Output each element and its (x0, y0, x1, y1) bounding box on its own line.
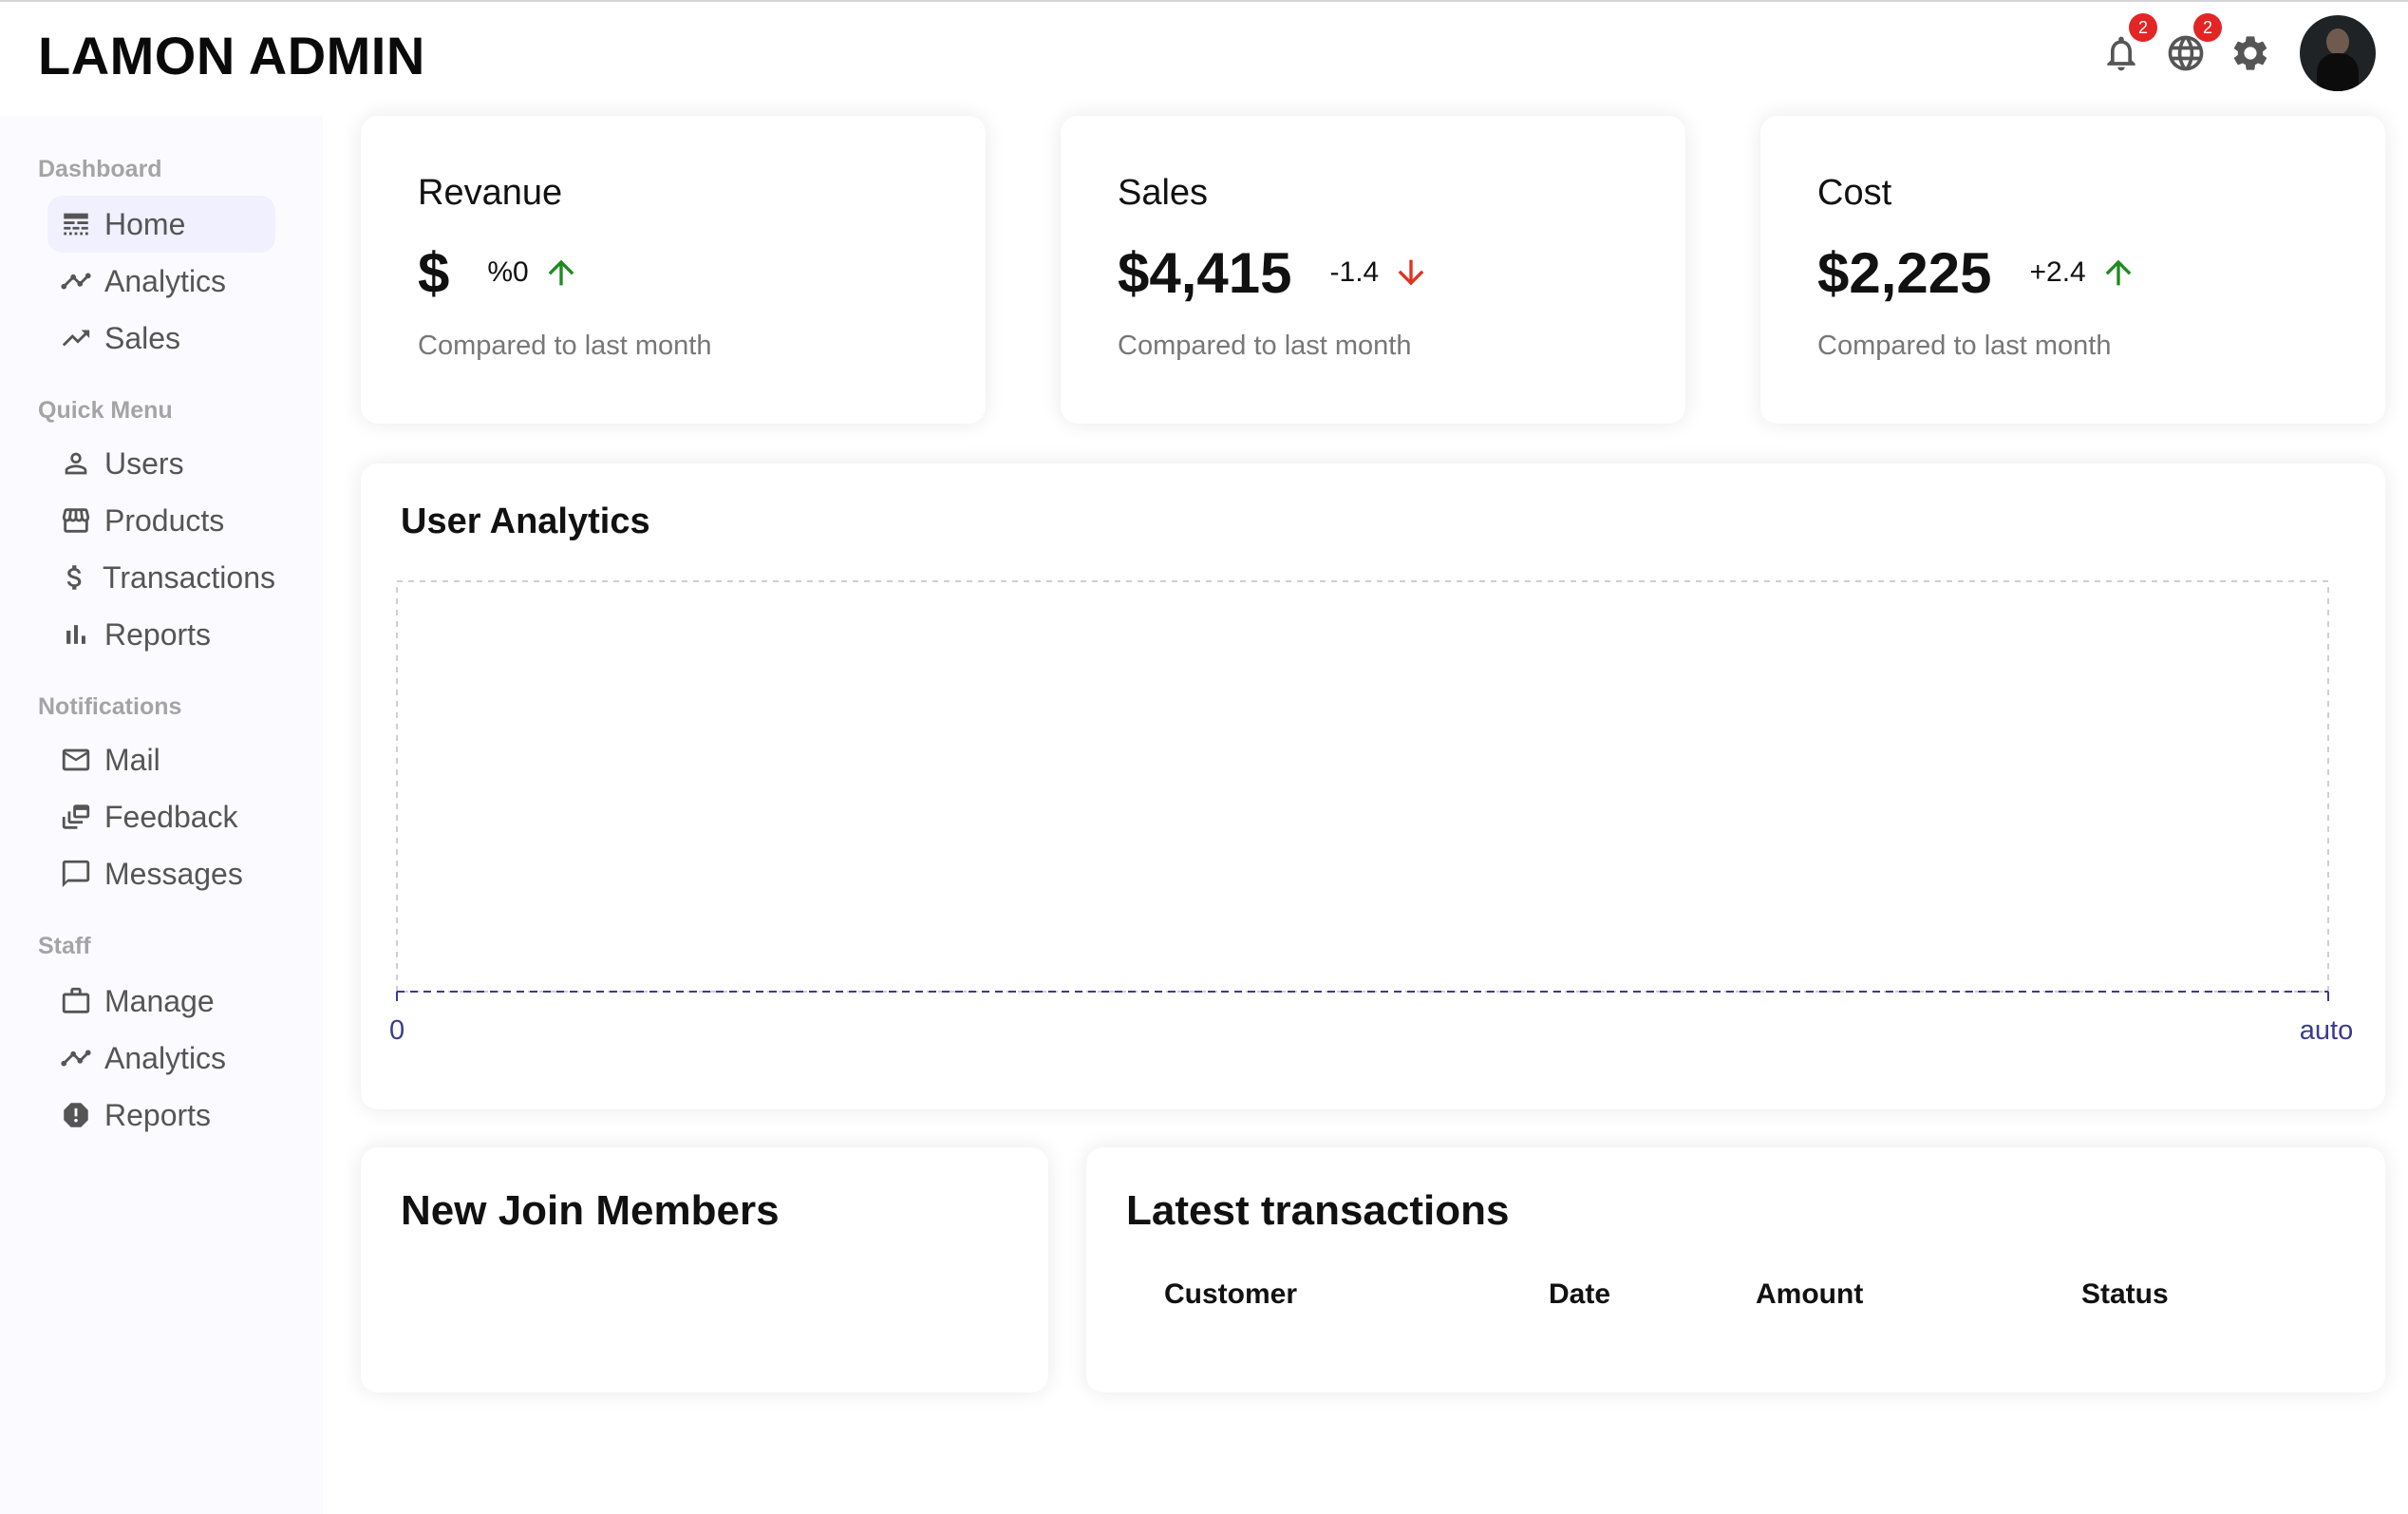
table-header-amount: Amount (1756, 1278, 1864, 1310)
table-header-date: Date (1549, 1278, 1611, 1310)
language-badge: 2 (2193, 13, 2222, 42)
bar-chart-icon (59, 617, 93, 652)
mail-icon (59, 743, 93, 777)
chart-grid-frame (396, 580, 2329, 993)
featured-rate: +2.4 (2029, 256, 2086, 288)
featured-money: $ (418, 240, 450, 305)
featured-rate: %0 (487, 256, 529, 288)
sidebar-item-label: Sales (104, 320, 181, 355)
arrow-down-icon (1392, 254, 1430, 292)
table-header-customer: Customer (1164, 1278, 1298, 1310)
sidebar-item-staff-analytics[interactable]: Analytics (47, 1030, 275, 1087)
chat-bubble-icon (59, 857, 93, 891)
chart-x-tick-label: 0 (389, 1015, 404, 1046)
notifications-button[interactable]: 2 (2098, 13, 2157, 76)
sidebar-item-label: Mail (104, 742, 160, 777)
dynamic-feed-icon (59, 800, 93, 834)
widget-small-title: New Join Members (401, 1187, 780, 1234)
sidebar-item-mail[interactable]: Mail (47, 731, 275, 788)
user-avatar[interactable] (2300, 15, 2376, 91)
featured-card-revenue: Revanue $ %0 Compared to last month (361, 116, 986, 424)
settings-button[interactable] (2228, 30, 2273, 76)
sidebar-item-transactions[interactable]: Transactions (47, 549, 275, 606)
topbar: LAMON ADMIN 2 2 (0, 2, 2408, 116)
timeline-icon (59, 264, 93, 298)
sidebar-item-feedback[interactable]: Feedback (47, 788, 275, 845)
user-analytics-card: User Analytics 0 auto (361, 464, 2385, 1109)
sidebar-item-messages[interactable]: Messages (47, 845, 275, 902)
sidebar-item-label: Analytics (104, 263, 227, 298)
table-header-status: Status (2081, 1278, 2169, 1310)
arrow-up-icon (2099, 254, 2137, 292)
user-analytics-chart: 0 auto (389, 580, 2353, 1046)
featured-money-row: $ %0 (418, 239, 580, 306)
section-title-dashboard: Dashboard (38, 156, 162, 182)
featured-title: Revanue (418, 173, 563, 213)
sidebar-item-label: Reports (104, 1097, 212, 1132)
featured-money-row: $4,415 -1.4 (1118, 239, 1430, 306)
sidebar-item-staff-reports[interactable]: Reports (47, 1087, 275, 1144)
sidebar-item-label: Products (104, 502, 225, 538)
chart-x-tick-label: auto (2300, 1015, 2353, 1046)
gear-icon (2233, 36, 2267, 70)
line-style-icon (59, 207, 93, 241)
featured-subtitle: Compared to last month (418, 331, 712, 361)
language-button[interactable]: 2 (2163, 13, 2222, 76)
storefront-icon (59, 503, 93, 538)
sidebar-item-label: Reports (104, 616, 212, 652)
sidebar-item-products[interactable]: Products (47, 492, 275, 549)
topbar-actions: 2 2 (2098, 13, 2376, 93)
trending-up-icon (59, 321, 93, 355)
featured-money-row: $2,225 +2.4 (1817, 239, 2137, 306)
sidebar-item-reports[interactable]: Reports (47, 606, 275, 663)
sidebar-item-users[interactable]: Users (47, 435, 275, 492)
dollar-icon (59, 560, 91, 595)
section-title-quick-menu: Quick Menu (38, 397, 173, 424)
report-icon (59, 1098, 93, 1132)
sidebar-item-label: Manage (104, 983, 215, 1018)
sidebar-item-label: Transactions (103, 559, 275, 595)
sidebar-item-label: Home (104, 206, 186, 241)
sidebar-item-sales[interactable]: Sales (47, 310, 275, 367)
featured-money: $4,415 (1118, 240, 1292, 305)
avatar-head (2326, 28, 2349, 55)
arrow-up-icon (542, 254, 580, 292)
featured-card-cost: Cost $2,225 +2.4 Compared to last month (1760, 116, 2385, 424)
widget-large-title: Latest transactions (1126, 1187, 1510, 1234)
featured-money: $2,225 (1817, 240, 1992, 305)
person-icon (59, 446, 93, 481)
chart-title: User Analytics (401, 502, 650, 541)
featured-title: Cost (1817, 173, 1892, 213)
sidebar-item-label: Users (104, 445, 184, 481)
sidebar-item-home[interactable]: Home (47, 196, 275, 253)
sidebar-item-manage[interactable]: Manage (47, 973, 275, 1030)
work-icon (59, 984, 93, 1018)
sidebar: Dashboard Home Analytics Sales Quick Men… (0, 116, 323, 1514)
latest-transactions-card: Latest transactions Customer Date Amount… (1086, 1147, 2385, 1392)
app-logo[interactable]: LAMON ADMIN (38, 25, 425, 86)
featured-subtitle: Compared to last month (1817, 331, 2112, 361)
featured-rate: -1.4 (1329, 256, 1380, 288)
new-join-members-card: New Join Members (361, 1147, 1048, 1392)
featured-subtitle: Compared to last month (1118, 331, 1412, 361)
notifications-badge: 2 (2129, 13, 2157, 42)
section-title-notifications: Notifications (38, 693, 182, 720)
sidebar-item-label: Analytics (104, 1040, 227, 1075)
sidebar-item-label: Messages (104, 856, 243, 891)
timeline-icon (59, 1041, 93, 1075)
featured-title: Sales (1118, 173, 1209, 213)
avatar-body (2317, 53, 2359, 91)
sidebar-item-analytics[interactable]: Analytics (47, 253, 275, 310)
featured-card-sales: Sales $4,415 -1.4 Compared to last month (1061, 116, 1685, 424)
sidebar-item-label: Feedback (104, 799, 238, 834)
section-title-staff: Staff (38, 933, 91, 959)
